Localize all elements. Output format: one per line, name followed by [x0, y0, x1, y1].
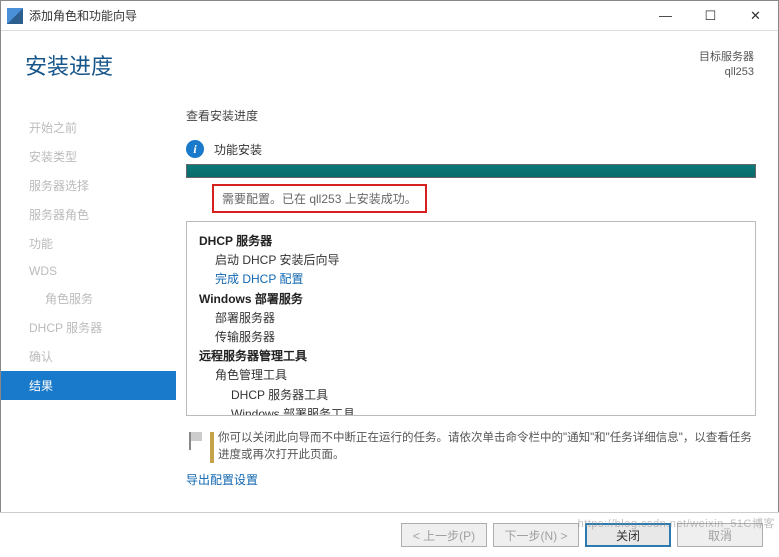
result-transport-server: 传输服务器	[199, 328, 743, 347]
result-wds: Windows 部署服务	[199, 290, 743, 309]
page-title: 安装进度	[25, 49, 699, 81]
wizard-footer: < 上一步(P) 下一步(N) > 关闭 取消	[0, 512, 779, 557]
titlebar: 添加角色和功能向导 — ☐ ✕	[1, 1, 778, 31]
steps-sidebar: 开始之前 安装类型 服务器选择 服务器角色 功能 WDS 角色服务 DHCP 服…	[1, 93, 176, 488]
step-install-type: 安装类型	[1, 142, 176, 171]
minimize-button[interactable]: —	[643, 2, 688, 30]
feature-install-label: 功能安装	[214, 141, 262, 158]
result-dhcp-post-wizard: 启动 DHCP 安装后向导	[199, 251, 743, 270]
step-results[interactable]: 结果	[1, 371, 176, 400]
flag-icon	[186, 430, 208, 452]
next-button: 下一步(N) >	[493, 523, 579, 547]
notification-highlight	[210, 432, 214, 463]
status-message: 需要配置。已在 qll253 上安装成功。	[212, 184, 427, 213]
info-icon: i	[186, 140, 204, 158]
result-wds-tools: Windows 部署服务工具	[199, 405, 743, 416]
step-role-services: 角色服务	[1, 284, 176, 313]
step-server-roles: 服务器角色	[1, 200, 176, 229]
note-text: 你可以关闭此向导而不中断正在运行的任务。请依次单击命令栏中的"通知"和"任务详细…	[218, 430, 756, 465]
window-title: 添加角色和功能向导	[29, 7, 643, 24]
close-button[interactable]: 关闭	[585, 523, 671, 547]
maximize-button[interactable]: ☐	[688, 2, 733, 30]
step-dhcp-server: DHCP 服务器	[1, 313, 176, 342]
target-server-value: qll253	[699, 65, 754, 80]
target-server-label: 目标服务器	[699, 50, 754, 65]
feature-install-row: i 功能安装	[186, 140, 756, 158]
step-confirm: 确认	[1, 342, 176, 371]
view-progress-label: 查看安装进度	[186, 107, 756, 124]
close-window-button[interactable]: ✕	[733, 2, 778, 30]
result-rsat: 远程服务器管理工具	[199, 347, 743, 366]
main-panel: 查看安装进度 i 功能安装 需要配置。已在 qll253 上安装成功。 DHCP…	[176, 93, 778, 488]
flag-icon-wrap	[186, 430, 218, 465]
app-icon	[7, 8, 23, 24]
step-server-select: 服务器选择	[1, 171, 176, 200]
wizard-body: 开始之前 安装类型 服务器选择 服务器角色 功能 WDS 角色服务 DHCP 服…	[1, 93, 778, 488]
note-row: 你可以关闭此向导而不中断正在运行的任务。请依次单击命令栏中的"通知"和"任务详细…	[186, 430, 756, 465]
cancel-button: 取消	[677, 523, 763, 547]
progress-bar	[186, 164, 756, 178]
result-dhcp-server: DHCP 服务器	[199, 232, 743, 251]
export-config-link[interactable]: 导出配置设置	[186, 471, 756, 488]
prev-button: < 上一步(P)	[401, 523, 487, 547]
step-features: 功能	[1, 229, 176, 258]
result-dhcp-tools: DHCP 服务器工具	[199, 386, 743, 405]
result-complete-dhcp-link[interactable]: 完成 DHCP 配置	[199, 270, 743, 289]
results-list[interactable]: DHCP 服务器 启动 DHCP 安装后向导 完成 DHCP 配置 Window…	[186, 221, 756, 416]
target-server-info: 目标服务器 qll253	[699, 50, 754, 81]
step-wds: WDS	[1, 258, 176, 284]
window-controls: — ☐ ✕	[643, 2, 778, 30]
result-deploy-server: 部署服务器	[199, 309, 743, 328]
step-before-begin: 开始之前	[1, 113, 176, 142]
wizard-header: 安装进度 目标服务器 qll253	[1, 31, 778, 93]
result-role-admin-tools: 角色管理工具	[199, 366, 743, 385]
